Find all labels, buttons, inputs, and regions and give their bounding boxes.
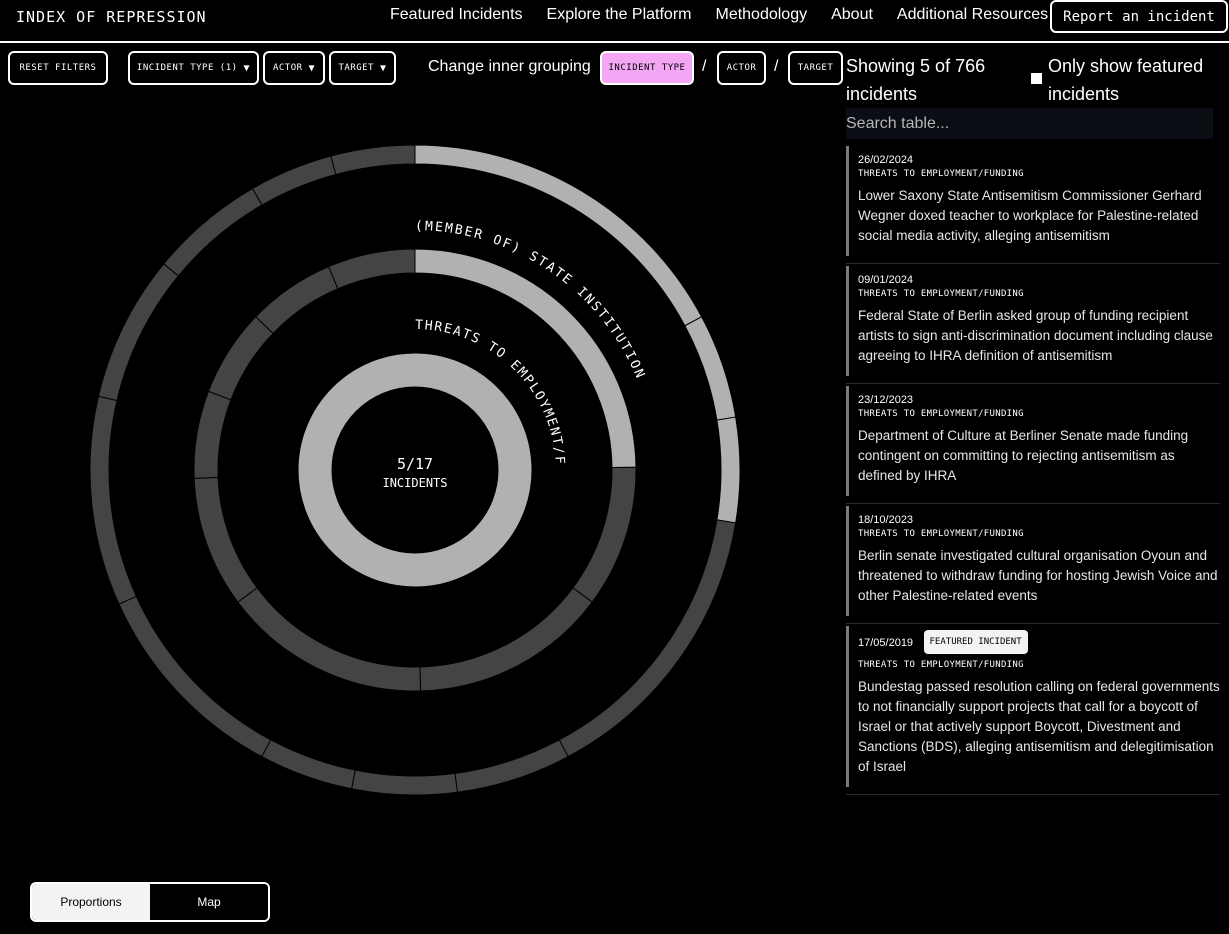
actor-filter[interactable]: ACTOR ▼	[263, 51, 325, 85]
outer-ring-segment-9[interactable]	[97, 263, 180, 402]
reset-filters-button[interactable]: RESET FILTERS	[8, 51, 108, 85]
target-filter-label: TARGET	[338, 63, 374, 73]
incident-card[interactable]: 18/10/2023 THREATS TO EMPLOYMENT/FUNDING…	[846, 506, 1220, 624]
incident-card[interactable]: 17/05/2019 FEATURED INCIDENT THREATS TO …	[846, 626, 1220, 795]
incident-title[interactable]: Department of Culture at Berliner Senate…	[858, 426, 1220, 486]
incident-date: 18/10/2023	[858, 514, 914, 526]
chevron-down-icon: ▼	[379, 62, 387, 74]
chevron-down-icon: ▼	[308, 62, 316, 74]
main-nav: Featured Incidents Explore the Platform …	[390, 6, 1048, 24]
middle-ring-segment-3[interactable]	[237, 587, 422, 692]
outer-ring-segment-2[interactable]	[716, 416, 741, 524]
nav-explore-platform[interactable]: Explore the Platform	[547, 6, 692, 24]
outer-ring-segment-6[interactable]	[261, 739, 356, 790]
actor-filter-label: ACTOR	[272, 63, 303, 73]
outer-ring-segment-5[interactable]	[351, 769, 458, 796]
incident-date: 26/02/2024	[858, 154, 914, 166]
incident-date: 09/01/2024	[858, 274, 914, 286]
search-input[interactable]	[846, 108, 1213, 139]
nav-featured-incidents[interactable]: Featured Incidents	[390, 6, 523, 24]
chevron-down-icon: ▼	[243, 62, 251, 74]
grouping-actor[interactable]: ACTOR	[717, 51, 766, 85]
grouping-separator: /	[702, 58, 707, 75]
incident-type: THREATS TO EMPLOYMENT/FUNDING	[858, 529, 1024, 539]
outer-ring-segment-12[interactable]	[330, 144, 416, 176]
incident-title[interactable]: Bundestag passed resolution calling on f…	[858, 677, 1220, 777]
outer-ring-segment-8[interactable]	[89, 395, 137, 605]
incident-card[interactable]: 23/12/2023 THREATS TO EMPLOYMENT/FUNDING…	[846, 386, 1220, 504]
outer-ring-segment-1[interactable]	[684, 316, 737, 421]
incident-type-filter-label: INCIDENT TYPE (1)	[136, 63, 238, 73]
site-header: INDEX OF REPRESSION Featured Incidents E…	[0, 0, 1229, 43]
center-count: 5/17	[397, 455, 433, 473]
center-count-label: INCIDENTS	[382, 476, 447, 490]
nav-about[interactable]: About	[831, 6, 873, 24]
grouping-incident-type[interactable]: INCIDENT TYPE	[600, 51, 694, 85]
incident-title[interactable]: Lower Saxony State Antisemitism Commissi…	[858, 186, 1220, 246]
nav-methodology[interactable]: Methodology	[715, 6, 807, 24]
incident-title[interactable]: Federal State of Berlin asked group of f…	[858, 306, 1220, 366]
outer-ring-segment-7[interactable]	[118, 595, 272, 758]
incident-list: 26/02/2024 THREATS TO EMPLOYMENT/FUNDING…	[846, 146, 1220, 797]
brand-logo[interactable]: INDEX OF REPRESSION	[16, 8, 207, 26]
incident-type: THREATS TO EMPLOYMENT/FUNDING	[858, 169, 1024, 179]
view-proportions-tab[interactable]: Proportions	[32, 884, 150, 920]
view-switch: Proportions Map	[30, 882, 270, 922]
checkbox[interactable]	[1031, 73, 1042, 84]
outer-ring-segment-4[interactable]	[454, 739, 569, 793]
incident-type-filter[interactable]: INCIDENT TYPE (1) ▼	[128, 51, 259, 85]
middle-ring-segment-8[interactable]	[327, 248, 416, 290]
incident-type: THREATS TO EMPLOYMENT/FUNDING	[858, 660, 1024, 670]
results-count: Showing 5 of 766 incidents	[846, 56, 986, 104]
incident-type: THREATS TO EMPLOYMENT/FUNDING	[858, 409, 1024, 419]
nav-additional-resources[interactable]: Additional Resources	[897, 6, 1048, 24]
middle-ring-segment-4[interactable]	[193, 476, 258, 603]
grouping-separator: /	[774, 58, 779, 75]
featured-only-label: Only show featured incidents	[1048, 56, 1204, 104]
grouping-target[interactable]: TARGET	[788, 51, 843, 85]
middle-ring-segment-6[interactable]	[207, 315, 274, 401]
middle-ring-segment-1[interactable]	[572, 466, 637, 603]
featured-incident-badge: FEATURED INCIDENT	[923, 630, 1028, 654]
incident-card[interactable]: 09/01/2024 THREATS TO EMPLOYMENT/FUNDING…	[846, 266, 1220, 384]
incident-title[interactable]: Berlin senate investigated cultural orga…	[858, 546, 1220, 606]
incident-date: 17/05/2019	[858, 637, 914, 650]
outer-ring-segment-11[interactable]	[251, 155, 337, 206]
incident-card[interactable]: 26/02/2024 THREATS TO EMPLOYMENT/FUNDING…	[846, 146, 1220, 264]
report-incident-button[interactable]: Report an incident	[1050, 0, 1228, 33]
incident-date: 23/12/2023	[858, 394, 914, 406]
middle-ring-segment-5[interactable]	[193, 390, 232, 479]
middle-ring-segment-2[interactable]	[419, 587, 593, 692]
outer-ring-segment-3[interactable]	[558, 519, 737, 758]
target-filter[interactable]: TARGET ▼	[329, 51, 396, 85]
middle-ring-segment-7[interactable]	[255, 265, 339, 335]
outer-ring-segment-10[interactable]	[163, 187, 263, 277]
view-map-tab[interactable]: Map	[150, 884, 268, 920]
inner-grouping-label: Change inner grouping	[428, 58, 591, 75]
featured-only-toggle[interactable]: Only show featured incidents	[1031, 52, 1226, 108]
incident-type: THREATS TO EMPLOYMENT/FUNDING	[858, 289, 1024, 299]
proportions-sunburst-chart: (MEMBER OF) STATE INSTITUTION THREATS TO…	[80, 130, 741, 796]
